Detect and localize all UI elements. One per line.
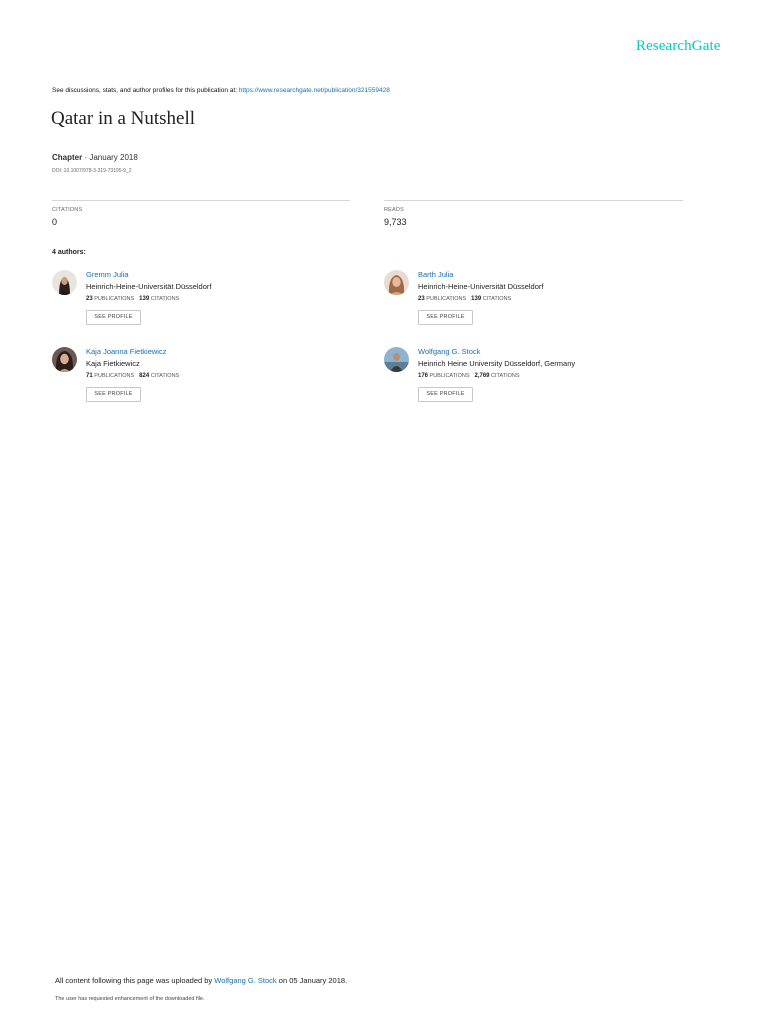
citations-value: 0 (52, 217, 58, 227)
enhancement-note: The user has requested enhancement of th… (55, 996, 205, 1002)
avatar[interactable] (384, 347, 409, 372)
see-profile-button[interactable]: SEE PROFILE (418, 387, 473, 402)
author-card: Kaja Joanna Fietkiewicz Kaja Fietkiewicz… (52, 347, 352, 411)
publication-link[interactable]: https://www.researchgate.net/publication… (239, 87, 390, 94)
author-card: Barth Julia Heinrich-Heine-Universität D… (384, 270, 684, 334)
publication-type: Chapter (52, 153, 83, 162)
citations-label: CITATIONS (150, 296, 180, 302)
publication-date: January 2018 (89, 153, 138, 162)
reads-label: READS (384, 207, 404, 213)
author-name[interactable]: Barth Julia (418, 270, 453, 279)
author-name[interactable]: Kaja Joanna Fietkiewicz (86, 347, 166, 356)
author-stats: 23 PUBLICATIONS 139 CITATIONS (418, 296, 511, 302)
researchgate-logo[interactable]: ResearchGate (636, 38, 720, 55)
citations-label: CITATIONS (52, 207, 83, 213)
citations-count: 2,769 (474, 373, 490, 379)
author-institution: Kaja Fietkiewicz (86, 359, 140, 368)
see-profile-button[interactable]: SEE PROFILE (86, 310, 141, 325)
see-profile-button[interactable]: SEE PROFILE (418, 310, 473, 325)
publications-label: PUBLICATIONS (429, 373, 470, 379)
author-institution: Heinrich-Heine-Universität Düsseldorf (418, 282, 544, 291)
publications-count: 71 (86, 373, 93, 379)
discussion-line: See discussions, stats, and author profi… (52, 87, 390, 94)
author-name[interactable]: Wolfgang G. Stock (418, 347, 480, 356)
author-name[interactable]: Gremm Julia (86, 270, 129, 279)
uploaded-suffix: on 05 January 2018. (276, 976, 348, 985)
author-stats: 176 PUBLICATIONS 2,769 CITATIONS (418, 373, 520, 379)
uploaded-prefix: All content following this page was uplo… (55, 976, 215, 985)
publications-label: PUBLICATIONS (94, 373, 135, 379)
avatar[interactable] (52, 347, 77, 372)
divider-reads (384, 200, 683, 201)
citations-count: 139 (471, 296, 482, 302)
author-institution: Heinrich-Heine-Universität Düsseldorf (86, 282, 212, 291)
publication-title: Qatar in a Nutshell (51, 108, 196, 129)
citations-count: 139 (139, 296, 150, 302)
citations-label: CITATIONS (491, 373, 520, 379)
reads-value: 9,733 (384, 217, 407, 227)
author-stats: 23 PUBLICATIONS 139 CITATIONS (86, 296, 179, 302)
author-institution: Heinrich Heine University Düsseldorf, Ge… (418, 359, 576, 368)
avatar[interactable] (52, 270, 77, 295)
divider-citations (52, 200, 350, 201)
publications-label: PUBLICATIONS (426, 296, 467, 302)
citations-label: CITATIONS (482, 296, 512, 302)
author-card: Gremm Julia Heinrich-Heine-Universität D… (52, 270, 352, 334)
uploaded-note: All content following this page was uplo… (55, 976, 347, 985)
publication-meta: Chapter · January 2018 (52, 153, 138, 162)
see-profile-button[interactable]: SEE PROFILE (86, 387, 141, 402)
uploader-link[interactable]: Wolfgang G. Stock (214, 976, 276, 985)
avatar[interactable] (384, 270, 409, 295)
citations-count: 824 (139, 373, 150, 379)
author-stats: 71 PUBLICATIONS 824 CITATIONS (86, 373, 179, 379)
publications-label: PUBLICATIONS (94, 296, 135, 302)
citations-label: CITATIONS (150, 373, 180, 379)
publication-doi: DOI: 10.1007/978-3-319-73195-9_2 (52, 168, 132, 174)
author-card: Wolfgang G. Stock Heinrich Heine Univers… (384, 347, 684, 411)
publications-count: 23 (418, 296, 425, 302)
publications-count: 176 (418, 373, 429, 379)
discussion-text: See discussions, stats, and author profi… (52, 87, 239, 94)
authors-heading: 4 authors: (52, 249, 86, 256)
publications-count: 23 (86, 296, 93, 302)
